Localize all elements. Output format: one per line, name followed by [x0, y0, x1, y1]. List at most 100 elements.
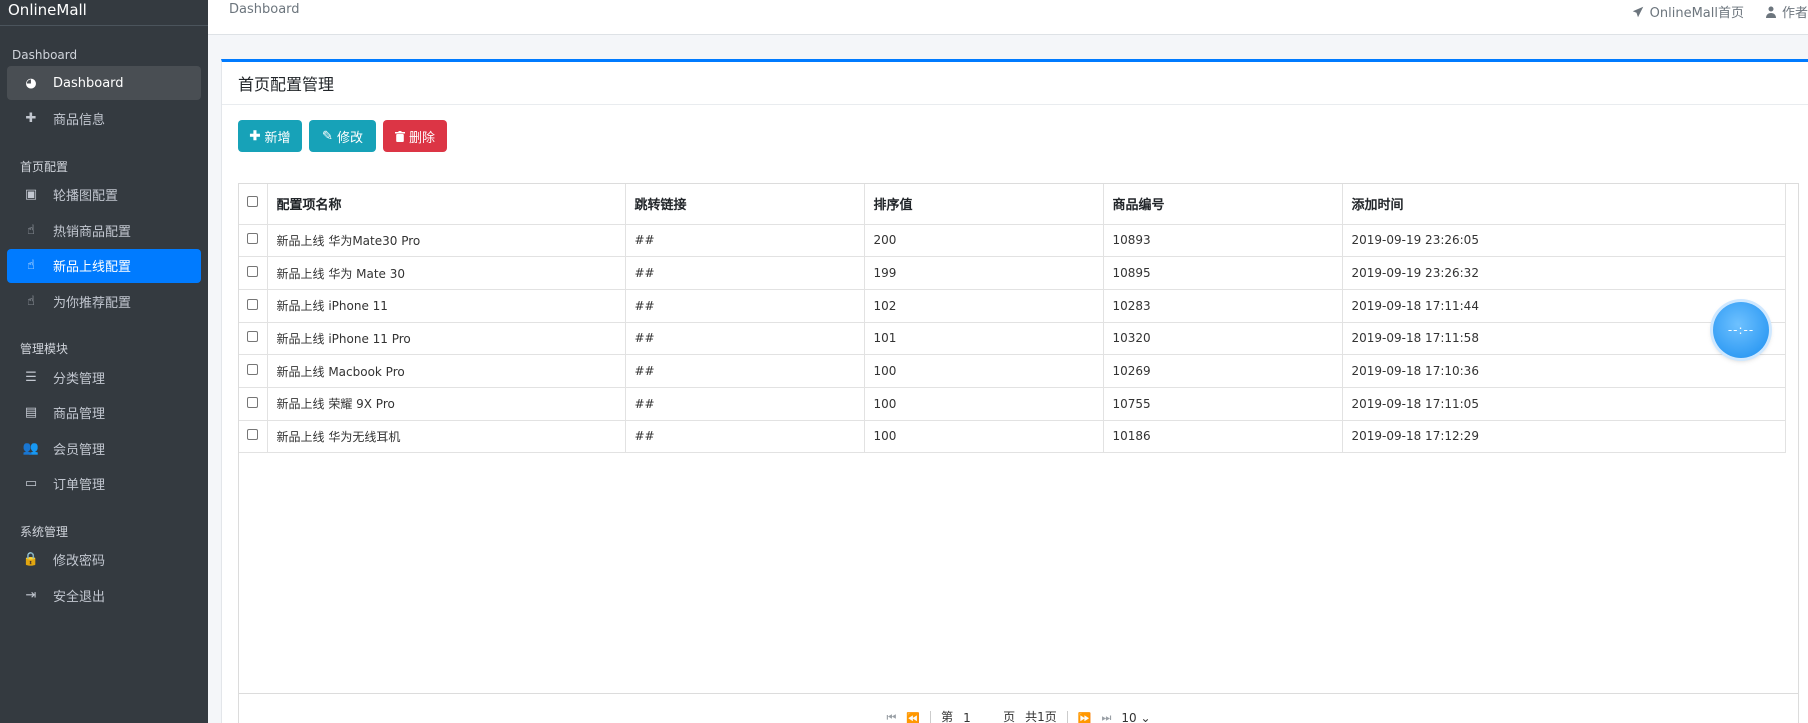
row-checkbox[interactable] [247, 396, 258, 408]
row-checkbox[interactable] [247, 364, 258, 376]
user-icon [1765, 6, 1776, 18]
sidebar-item-label: 安全退出 [53, 589, 106, 605]
sidebar-item[interactable]: ◕ Dashboard [7, 66, 201, 100]
table-cell: 2019-09-18 17:11:05 [1342, 387, 1786, 421]
total-pages: 共1页 [1025, 710, 1057, 723]
add-button[interactable]: ✚ 新增 [238, 120, 302, 152]
prev-page-icon[interactable]: ⏪ [906, 712, 920, 723]
table-cell: 199 [864, 256, 1104, 290]
table-cell: 10283 [1103, 289, 1343, 323]
sidebar-item[interactable]: ☝ 为你推荐配置 [7, 284, 201, 318]
sidebar-item[interactable]: ▭ 订单管理 [7, 467, 201, 501]
user-link[interactable]: 作者 [1765, 2, 1808, 21]
last-page-icon[interactable]: ⏭ [1101, 711, 1111, 723]
home-link[interactable]: OnlineMall首页 [1632, 2, 1744, 21]
table-cell: ## [625, 354, 865, 388]
nav-section-header: Dashboard [12, 48, 78, 62]
next-page-icon[interactable]: ⏩ [1078, 712, 1092, 723]
page-suffix: 页 [1003, 710, 1016, 723]
sidebar-item[interactable]: ⇥ 安全退出 [7, 578, 201, 612]
row-select-cell [239, 289, 268, 323]
sidebar-item[interactable]: ✚ 商品信息 [7, 102, 201, 136]
row-checkbox[interactable] [247, 233, 258, 245]
breadcrumb[interactable]: Dashboard [229, 2, 300, 17]
sidebar-item[interactable]: ▤ 商品管理 [7, 396, 201, 430]
sidebar-item[interactable]: ▣ 轮播图配置 [7, 178, 201, 212]
first-page-icon[interactable]: ⏮ [886, 711, 896, 723]
col-name[interactable]: 配置项名称 [267, 184, 626, 225]
sidebar-item[interactable]: ☝ 新品上线配置 [7, 248, 201, 283]
brand-logo[interactable]: OnlineMall [0, 0, 208, 26]
sidebar-item-label: 修改密码 [53, 554, 106, 569]
plus-icon: ✚ [249, 128, 261, 143]
archive-icon: ▤ [24, 405, 38, 420]
list-icon: ☰ [25, 369, 37, 385]
nav-section-header: 管理模块 [20, 342, 69, 356]
table-cell: 200 [864, 224, 1104, 258]
row-select-cell [239, 387, 268, 421]
hand-pointer-icon: ☝ [27, 222, 35, 238]
row-select-cell [239, 224, 268, 258]
table-row[interactable]: 新品上线 华为 Mate 30 ## 199 10895 2019-09-19 23:2… [239, 256, 1786, 290]
add-button-label: 新增 [264, 129, 291, 145]
users-icon: 👥 [22, 440, 40, 456]
paper-plane-icon [1632, 6, 1643, 17]
home-link-label: OnlineMall首页 [1649, 6, 1744, 21]
table-cell: 10895 [1103, 256, 1343, 290]
sidebar-item[interactable]: 👥 会员管理 [7, 431, 201, 465]
row-checkbox[interactable] [247, 429, 258, 441]
table-cell: 101 [864, 322, 1104, 356]
nav-section-header: 首页配置 [20, 159, 69, 174]
hand-pointer-icon: ☝ [27, 293, 35, 309]
table-row[interactable]: 新品上线 iPhone 11 ## 102 10283 2019-09-18 17:11… [239, 289, 1786, 323]
col-rank[interactable]: 排序值 [864, 184, 1104, 225]
edit-button[interactable]: ✎ 修改 [309, 120, 376, 152]
table-cell: 新品上线 华为 Mate 30 [267, 256, 626, 290]
table-cell: ## [625, 289, 865, 323]
select-all-cell [239, 184, 268, 225]
sidebar-item[interactable]: 🔒 修改密码 [7, 543, 201, 577]
card-title: 首页配置管理 [222, 62, 1808, 105]
sidebar-item-label: Dashboard [53, 75, 124, 91]
table-cell: ## [625, 256, 865, 290]
page-size-select[interactable]: 10 ⌄ [1121, 711, 1150, 723]
table-cell: 100 [864, 420, 1104, 454]
table-cell: 2019-09-18 17:12:29 [1342, 420, 1786, 454]
sidebar-item-label: 分类管理 [53, 371, 106, 387]
hand-pointer-icon: ☝ [27, 258, 35, 273]
sidebar-item-label: 轮播图配置 [53, 189, 119, 204]
floating-assistant-ball[interactable]: --:-- [1713, 302, 1769, 358]
delete-button[interactable]: 删除 [383, 120, 447, 152]
table-cell: 新品上线 iPhone 11 [267, 289, 626, 323]
col-goods-id[interactable]: 商品编号 [1103, 184, 1343, 225]
table-cell: 新品上线 华为无线耳机 [267, 420, 626, 454]
row-select-cell [239, 322, 268, 356]
table-header-row: 配置项名称 跳转链接 排序值 商品编号 添加时间 [239, 184, 1786, 225]
table-cell: 10186 [1103, 420, 1343, 454]
table-cell: 10893 [1103, 224, 1343, 258]
col-link[interactable]: 跳转链接 [625, 184, 865, 225]
table-row[interactable]: 新品上线 Macbook Pro ## 100 10269 2019-09-18 17:… [239, 354, 1786, 388]
table-cell: ## [625, 387, 865, 421]
table-cell: ## [625, 322, 865, 356]
table-cell: 10269 [1103, 354, 1343, 388]
sidebar-item-label: 商品信息 [53, 113, 106, 128]
row-checkbox[interactable] [247, 266, 258, 278]
select-all-checkbox[interactable] [247, 196, 258, 208]
table-cell: ## [625, 420, 865, 454]
row-checkbox[interactable] [247, 298, 258, 310]
table-cell: 102 [864, 289, 1104, 323]
table-cell: 100 [864, 387, 1104, 421]
dashboard-icon: ◕ [25, 75, 37, 91]
row-checkbox[interactable] [247, 331, 258, 343]
sidebar-item[interactable]: ☝ 热销商品配置 [7, 213, 201, 247]
table-row[interactable]: 新品上线 iPhone 11 Pro ## 101 10320 2019-09-18 1… [239, 322, 1786, 356]
table-row[interactable]: 新品上线 华为Mate30 Pro ## 200 10893 2019-09-19 23… [239, 224, 1786, 258]
row-select-cell [239, 354, 268, 388]
table-row[interactable]: 新品上线 华为无线耳机 ## 100 10186 2019-09-18 17:12:29 [239, 420, 1786, 454]
page-input[interactable]: 1 [963, 711, 993, 723]
sidebar-item[interactable]: ☰ 分类管理 [7, 360, 201, 394]
table-row[interactable]: 新品上线 荣耀 9X Pro ## 100 10755 2019-09-18 17:11… [239, 387, 1786, 421]
col-create-time[interactable]: 添加时间 [1342, 184, 1786, 225]
sidebar-item-label: 会员管理 [53, 442, 106, 458]
